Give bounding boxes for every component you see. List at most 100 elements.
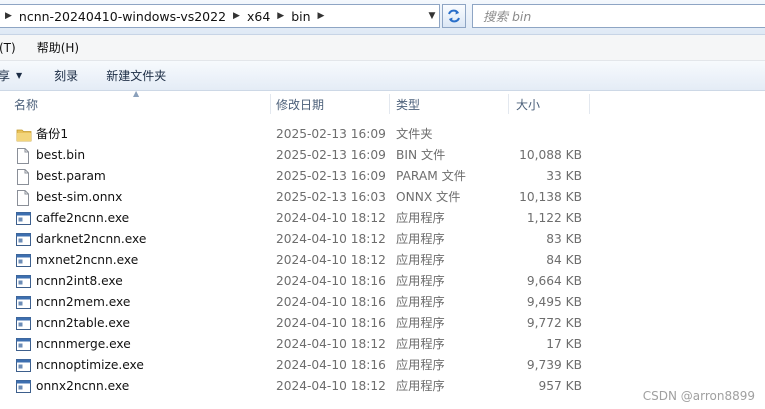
file-row[interactable]: darknet2ncnn.exe 2024-04-10 18:12 应用程序 8… (0, 229, 765, 250)
file-row[interactable]: mxnet2ncnn.exe 2024-04-10 18:12 应用程序 84 … (0, 250, 765, 271)
column-size-label: 大小 (516, 97, 541, 112)
file-type: ONNX 文件 (396, 190, 461, 204)
file-name: mxnet2ncnn.exe (36, 253, 139, 267)
file-name: ncnn2int8.exe (36, 274, 123, 288)
exe-icon (16, 229, 32, 250)
file-date: 2024-04-10 18:12 (276, 337, 386, 351)
file-size: 957 KB (538, 379, 583, 393)
address-bar[interactable]: ▶ ncnn-20240410-windows-vs2022 ▶ x64 ▶ b… (0, 4, 440, 28)
breadcrumb-bin[interactable]: bin (289, 9, 312, 24)
column-header-size[interactable]: 大小 (509, 91, 590, 117)
file-row[interactable]: best-sim.onnx 2025-02-13 16:03 ONNX 文件 1… (0, 187, 765, 208)
file-type: 应用程序 (396, 379, 445, 393)
breadcrumb-x64[interactable]: x64 (245, 9, 272, 24)
file-size: 33 KB (546, 169, 582, 183)
file-type: 应用程序 (396, 232, 445, 246)
address-bar-row: ▶ ncnn-20240410-windows-vs2022 ▶ x64 ▶ b… (0, 0, 765, 35)
file-type: 文件夹 (396, 127, 433, 141)
column-header-date[interactable]: 修改日期 (271, 91, 390, 117)
file-date: 2025-02-13 16:09 (276, 169, 386, 183)
column-type-label: 类型 (396, 97, 421, 112)
file-type: 应用程序 (396, 253, 445, 267)
file-size: 1,122 KB (526, 211, 582, 225)
file-type: 应用程序 (396, 295, 445, 309)
file-name: best-sim.onnx (36, 190, 123, 204)
exe-icon (16, 313, 32, 334)
breadcrumb-arrow-icon[interactable]: ▶ (0, 11, 17, 21)
exe-icon (16, 250, 32, 271)
file-name: caffe2ncnn.exe (36, 211, 130, 225)
chevron-down-icon: ▼ (16, 71, 23, 80)
file-row[interactable]: ncnnmerge.exe 2024-04-10 18:12 应用程序 17 K… (0, 334, 765, 355)
file-icon (16, 187, 32, 208)
address-dropdown-icon[interactable]: ▼ (425, 5, 439, 27)
watermark: CSDN @arron8899 (642, 389, 755, 403)
file-name: ncnnmerge.exe (36, 337, 131, 351)
file-type: 应用程序 (396, 211, 445, 225)
file-name: best.param (36, 169, 106, 183)
command-bar: 共享 ▼ 刻录 新建文件夹 (0, 61, 765, 91)
file-row[interactable]: ncnn2int8.exe 2024-04-10 18:16 应用程序 9,66… (0, 271, 765, 292)
file-size: 9,772 KB (526, 316, 582, 330)
refresh-icon (448, 9, 460, 23)
file-name: darknet2ncnn.exe (36, 232, 147, 246)
file-type: BIN 文件 (396, 148, 446, 162)
exe-icon (16, 376, 32, 397)
breadcrumb-ncnn[interactable]: ncnn-20240410-windows-vs2022 (17, 9, 228, 24)
file-row[interactable]: 备份1 2025-02-13 16:09 文件夹 (0, 124, 765, 145)
file-date: 2024-04-10 18:12 (276, 232, 386, 246)
file-type: 应用程序 (396, 274, 445, 288)
file-name: 备份1 (36, 127, 69, 141)
column-header-name[interactable]: ▲ 名称 (0, 89, 271, 117)
file-row[interactable]: ncnnoptimize.exe 2024-04-10 18:16 应用程序 9… (0, 355, 765, 376)
file-date: 2024-04-10 18:16 (276, 274, 386, 288)
file-type: 应用程序 (396, 316, 445, 330)
file-name: best.bin (36, 148, 86, 162)
exe-icon (16, 334, 32, 355)
file-row[interactable]: best.bin 2025-02-13 16:09 BIN 文件 10,088 … (0, 145, 765, 166)
file-icon (16, 166, 32, 187)
file-type: 应用程序 (396, 358, 445, 372)
file-date: 2025-02-13 16:09 (276, 127, 386, 141)
file-name: ncnn2table.exe (36, 316, 130, 330)
share-button[interactable]: 共享 ▼ (0, 67, 22, 84)
file-size: 10,088 KB (519, 148, 582, 162)
search-box[interactable] (472, 4, 765, 28)
refresh-button[interactable] (442, 4, 466, 28)
column-header-type[interactable]: 类型 (390, 91, 509, 117)
file-size: 83 KB (546, 232, 582, 246)
file-row[interactable]: caffe2ncnn.exe 2024-04-10 18:12 应用程序 1,1… (0, 208, 765, 229)
exe-icon (16, 292, 32, 313)
column-name-label: 名称 (14, 97, 39, 112)
file-type: PARAM 文件 (396, 169, 466, 183)
file-name: ncnn2mem.exe (36, 295, 131, 309)
search-input[interactable] (473, 7, 765, 25)
file-size: 9,739 KB (526, 358, 582, 372)
file-name: ncnnoptimize.exe (36, 358, 144, 372)
breadcrumb-arrow-icon[interactable]: ▶ (313, 11, 330, 21)
burn-button[interactable]: 刻录 (54, 67, 78, 84)
sort-ascending-icon: ▲ (133, 89, 140, 98)
column-divider[interactable] (589, 94, 590, 114)
share-label: 共享 (0, 69, 11, 83)
file-size: 84 KB (546, 253, 582, 267)
file-date: 2025-02-13 16:03 (276, 190, 386, 204)
file-size: 10,138 KB (519, 190, 582, 204)
column-date-label: 修改日期 (276, 97, 325, 112)
breadcrumb-arrow-icon[interactable]: ▶ (272, 11, 289, 21)
exe-icon (16, 271, 32, 292)
file-row[interactable]: ncnn2mem.exe 2024-04-10 18:16 应用程序 9,495… (0, 292, 765, 313)
menu-tools[interactable]: (T) (0, 41, 23, 55)
file-row[interactable]: ncnn2table.exe 2024-04-10 18:16 应用程序 9,7… (0, 313, 765, 334)
column-headers: ▲ 名称 修改日期 类型 大小 (0, 89, 765, 117)
file-size: 9,495 KB (526, 295, 582, 309)
exe-icon (16, 208, 32, 229)
new-folder-button[interactable]: 新建文件夹 (106, 67, 166, 84)
folder-icon (16, 124, 32, 145)
file-icon (16, 145, 32, 166)
file-size: 9,664 KB (526, 274, 582, 288)
menu-help[interactable]: 帮助(H) (37, 39, 86, 56)
breadcrumb-arrow-icon[interactable]: ▶ (228, 11, 245, 21)
exe-icon (16, 355, 32, 376)
file-row[interactable]: best.param 2025-02-13 16:09 PARAM 文件 33 … (0, 166, 765, 187)
